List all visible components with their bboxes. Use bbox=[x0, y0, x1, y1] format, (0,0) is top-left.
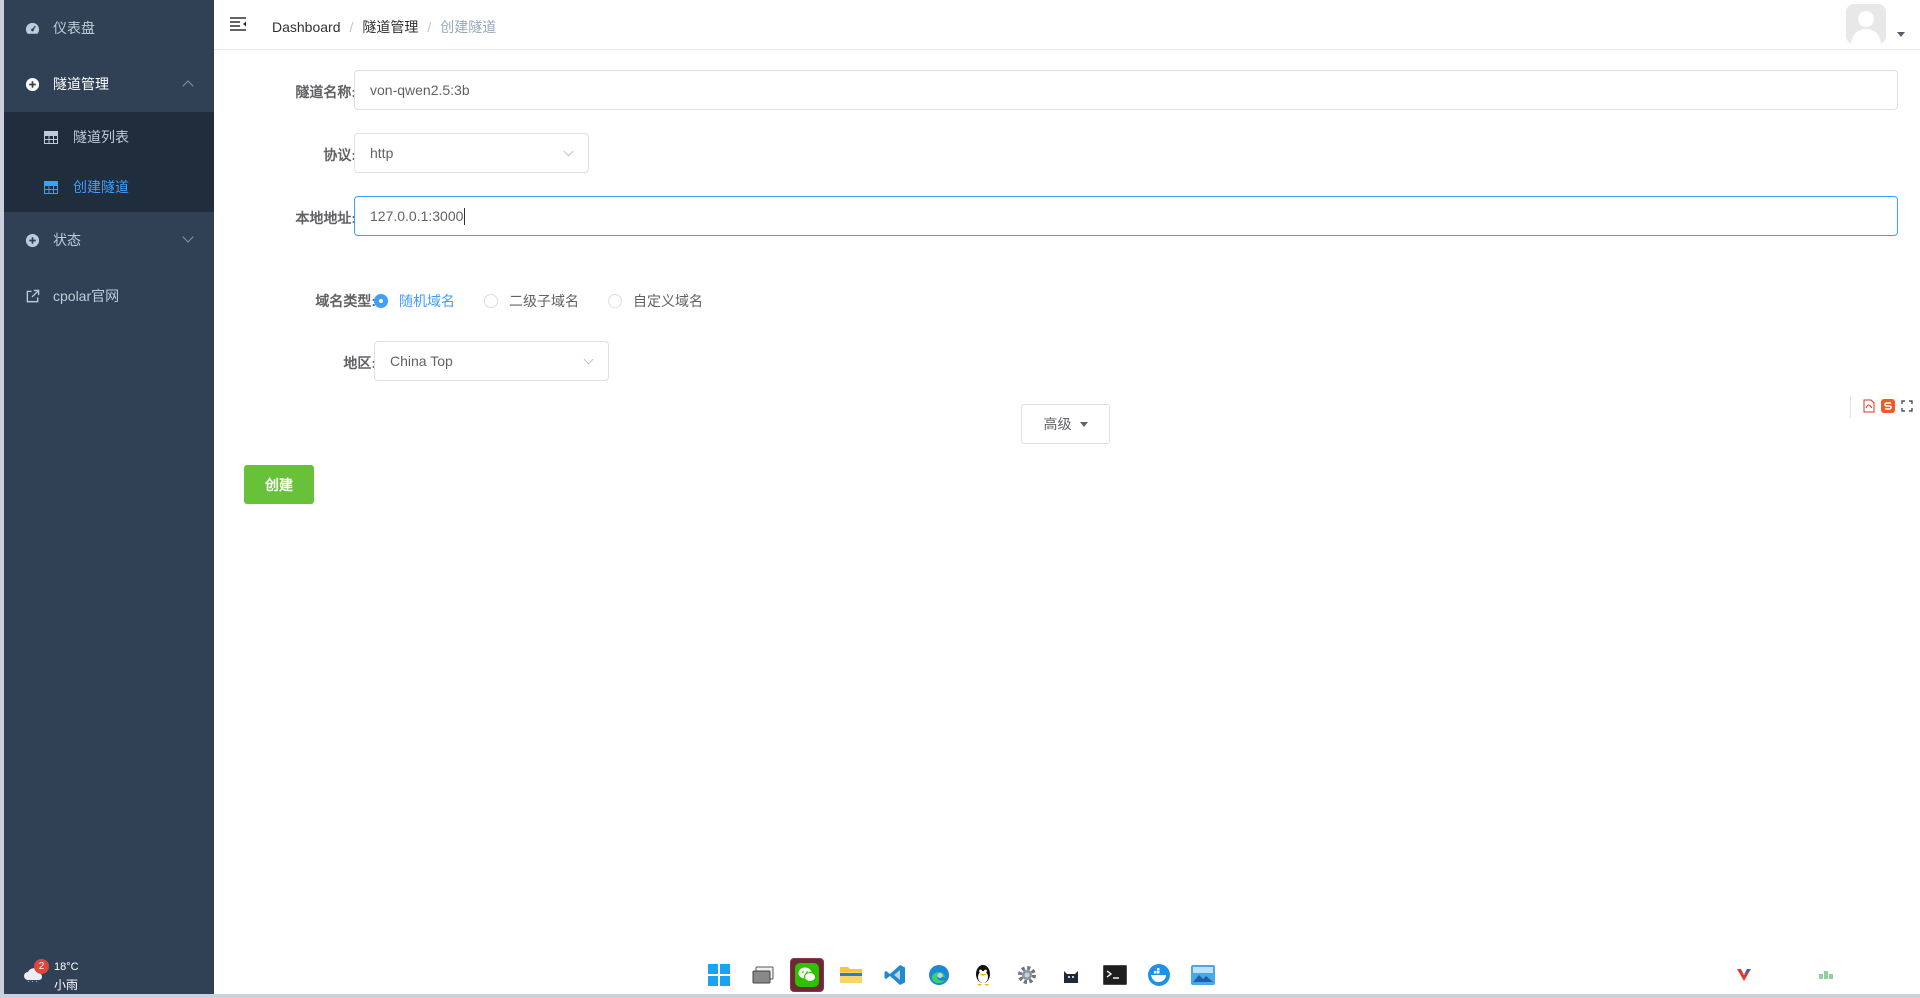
tunnel-name-value: von-qwen2.5:3b bbox=[370, 82, 470, 98]
advanced-button-label: 高级 bbox=[1043, 416, 1072, 432]
pdf-icon[interactable] bbox=[1863, 399, 1875, 416]
taskbar bbox=[702, 956, 1220, 994]
navbar: Dashboard / 隧道管理 / 创建隧道 bbox=[214, 0, 1920, 50]
external-link-icon bbox=[24, 288, 40, 304]
dashboard-icon bbox=[24, 20, 40, 36]
protocol-value: http bbox=[370, 145, 394, 161]
vscode-icon[interactable] bbox=[878, 958, 912, 992]
chevron-down-icon bbox=[182, 231, 194, 243]
sogou-input-icon[interactable] bbox=[1881, 398, 1895, 416]
hamburger-menu-icon[interactable] bbox=[230, 17, 247, 31]
breadcrumb-create-tunnel: 创建隧道 bbox=[440, 19, 497, 35]
caret-down-icon[interactable] bbox=[1897, 32, 1905, 37]
docker-icon[interactable] bbox=[1142, 958, 1176, 992]
radio-circle bbox=[484, 294, 498, 308]
table-icon bbox=[44, 130, 58, 144]
region-select[interactable]: China Top bbox=[374, 341, 609, 381]
sidebar-item-status[interactable]: 状态 bbox=[4, 212, 214, 268]
local-address-value: 127.0.0.1:3000 bbox=[370, 208, 464, 224]
terminal-icon[interactable] bbox=[1098, 958, 1132, 992]
breadcrumb-separator: / bbox=[349, 19, 354, 35]
sidebar-item-label: 隧道管理 bbox=[53, 76, 109, 92]
tunnel-name-input[interactable]: von-qwen2.5:3b bbox=[354, 70, 1898, 110]
weather-description: 小雨 bbox=[54, 978, 79, 992]
text-cursor bbox=[464, 207, 466, 225]
start-icon[interactable] bbox=[702, 958, 736, 992]
radio-random-domain[interactable]: 随机域名 bbox=[374, 291, 455, 311]
sidebar-item-label: 创建隧道 bbox=[73, 179, 129, 195]
tunnel-name-label: 隧道名称: bbox=[295, 84, 356, 100]
edge-icon[interactable] bbox=[922, 958, 956, 992]
settings-icon[interactable] bbox=[1010, 958, 1044, 992]
network-tray-icon[interactable] bbox=[1818, 968, 1834, 984]
plus-circle-icon bbox=[24, 232, 40, 248]
antivirus-tray-icon[interactable] bbox=[1736, 968, 1752, 984]
breadcrumb-dashboard[interactable]: Dashboard bbox=[272, 19, 341, 35]
advanced-button[interactable]: 高级 bbox=[1021, 404, 1110, 444]
radio-label: 自定义域名 bbox=[633, 293, 703, 309]
sidebar-item-label: 隧道列表 bbox=[73, 129, 129, 145]
floating-toolbar bbox=[1850, 396, 1920, 418]
radio-label: 二级子域名 bbox=[509, 293, 579, 309]
sidebar-item-tunnel-management[interactable]: 隧道管理 bbox=[4, 56, 214, 112]
local-address-input[interactable]: 127.0.0.1:3000 bbox=[354, 196, 1898, 236]
qq-icon[interactable] bbox=[966, 958, 1000, 992]
breadcrumb-tunnel-management[interactable]: 隧道管理 bbox=[362, 17, 418, 37]
local-address-label: 本地地址: bbox=[295, 210, 356, 226]
weather-temperature: 18°C bbox=[54, 961, 79, 973]
main-content: Dashboard / 隧道管理 / 创建隧道 隧道名称: von-qwen2.… bbox=[214, 0, 1920, 994]
plus-circle-icon bbox=[24, 76, 40, 92]
chevron-down-icon bbox=[563, 146, 574, 157]
breadcrumb: Dashboard / 隧道管理 / 创建隧道 bbox=[272, 17, 496, 37]
photos-icon[interactable] bbox=[1186, 958, 1220, 992]
breadcrumb-separator: / bbox=[427, 19, 432, 35]
region-label: 地区: bbox=[343, 355, 376, 371]
sidebar-item-create-tunnel[interactable]: 创建隧道 bbox=[4, 162, 214, 212]
sidebar-item-label: 状态 bbox=[53, 232, 81, 248]
protocol-select[interactable]: http bbox=[354, 133, 589, 173]
wechat-icon[interactable] bbox=[790, 958, 824, 992]
chevron-up-icon bbox=[182, 80, 194, 92]
radio-subdomain[interactable]: 二级子域名 bbox=[484, 291, 579, 311]
sidebar-item-tunnel-list[interactable]: 隧道列表 bbox=[4, 112, 214, 162]
submenu-tunnel-management: 隧道列表 创建隧道 bbox=[4, 112, 214, 212]
sidebar-item-cpolar-site[interactable]: cpolar官网 bbox=[4, 268, 214, 324]
domain-type-label: 域名类型: bbox=[315, 293, 376, 309]
create-button[interactable]: 创建 bbox=[244, 465, 314, 504]
file-explorer-icon[interactable] bbox=[834, 958, 868, 992]
notification-badge: 2 bbox=[34, 959, 49, 974]
chevron-down-icon bbox=[583, 354, 594, 365]
sidebar-item-label: 仪表盘 bbox=[53, 20, 95, 36]
weather-widget[interactable]: 2 18°C 小雨 bbox=[22, 958, 102, 992]
protocol-label: 协议: bbox=[323, 147, 356, 163]
sidebar-item-label: cpolar官网 bbox=[53, 288, 120, 304]
sidebar: 仪表盘 隧道管理 隧道列表 创建隧道 状态 cpolar官网 2 18°C 小雨 bbox=[4, 0, 214, 994]
cat-app-icon[interactable] bbox=[1054, 958, 1088, 992]
caret-down-icon bbox=[1079, 421, 1088, 427]
create-button-label: 创建 bbox=[265, 476, 293, 493]
table-icon bbox=[44, 180, 58, 194]
avatar[interactable] bbox=[1846, 4, 1886, 44]
fullscreen-icon[interactable] bbox=[1901, 399, 1913, 415]
radio-label: 随机域名 bbox=[399, 293, 455, 309]
radio-custom-domain[interactable]: 自定义域名 bbox=[608, 291, 703, 311]
radio-circle bbox=[608, 294, 622, 308]
sidebar-item-dashboard[interactable]: 仪表盘 bbox=[4, 0, 214, 56]
radio-circle bbox=[374, 294, 388, 308]
region-value: China Top bbox=[390, 353, 453, 369]
task-view-icon[interactable] bbox=[746, 958, 780, 992]
